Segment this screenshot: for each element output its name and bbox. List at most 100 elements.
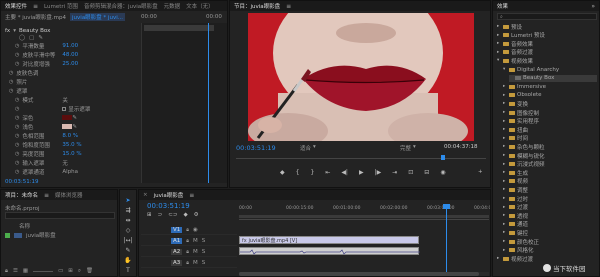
camera-icon[interactable]: ◉ — [440, 169, 445, 176]
list-view-icon[interactable]: ☰ — [13, 268, 18, 275]
show-mask-checkbox[interactable] — [62, 106, 67, 111]
effects-tree-item[interactable]: ▸ 过时 — [503, 195, 528, 203]
hand-tool-icon[interactable]: ✋ — [123, 256, 133, 265]
param-row[interactable]: ◷ 皮肤平滑中等 48.00 — [15, 51, 139, 59]
effects-tree-item[interactable]: ▸ 透视 — [503, 212, 528, 220]
chevron-right-icon[interactable]: ▸ — [503, 144, 507, 149]
stopwatch-icon[interactable]: ◷ — [15, 124, 19, 130]
tab-effect-controls[interactable]: 效果控件 — [5, 2, 27, 10]
track-name[interactable]: A2 — [171, 248, 183, 255]
stopwatch-icon[interactable]: ◷ — [15, 97, 19, 103]
param-row[interactable]: ◷ 模式 关 — [15, 96, 139, 104]
param-value[interactable]: 关 — [62, 96, 68, 104]
param-value[interactable]: Alpha — [62, 169, 78, 175]
text-tool-icon[interactable]: T — [123, 266, 133, 275]
param-row[interactable]: ◷ 平滑数量 91.00 — [15, 42, 139, 50]
stopwatch-icon[interactable]: ◷ — [15, 43, 19, 49]
effects-title[interactable]: 效果 — [497, 2, 508, 10]
effects-tree-item[interactable]: ▸ 视频过渡 — [497, 255, 533, 263]
chevron-down-icon[interactable]: ▾ — [13, 28, 16, 34]
effects-tree-item[interactable]: ▸ 通道 — [503, 221, 528, 229]
chevron-right-icon[interactable]: ▸ — [503, 213, 507, 218]
effects-tree-item[interactable]: ▸ 模糊与锐化 — [503, 152, 545, 160]
out-point-icon[interactable]: } — [310, 169, 314, 176]
mute-icon[interactable]: M — [193, 249, 198, 255]
chevron-right-icon[interactable]: ▾ — [503, 67, 507, 72]
in-point-icon[interactable]: { — [296, 169, 300, 176]
go-to-in-icon[interactable]: ⇤ — [325, 169, 330, 176]
chevron-right-icon[interactable]: ▸ — [503, 162, 507, 167]
eyedropper-icon[interactable]: ✎ — [72, 124, 77, 130]
rect-mask-icon[interactable]: ▢ — [29, 35, 34, 41]
param-row[interactable]: ◷ 照片 — [9, 78, 133, 86]
program-scrubber[interactable] — [236, 155, 486, 160]
quality-dropdown[interactable]: 完整 ▾ — [400, 144, 416, 152]
pen-tool-icon[interactable]: ✎ — [123, 246, 133, 255]
snap-icon[interactable]: ⊃ — [158, 212, 163, 218]
chevron-right-icon[interactable]: ▸ — [497, 50, 501, 55]
solo-icon[interactable]: S — [202, 238, 206, 244]
stopwatch-icon[interactable]: ◷ — [15, 133, 19, 139]
slip-tool-icon[interactable]: |↔| — [123, 236, 133, 245]
eye-icon[interactable]: ◉ — [193, 227, 198, 233]
timeline-scrollbar[interactable] — [239, 272, 489, 276]
param-row[interactable]: ◷ 亮度范围 15.0 % — [15, 150, 139, 158]
add-marker-icon[interactable]: ◆ — [183, 212, 187, 218]
timeline-playhead[interactable] — [446, 204, 447, 276]
param-value[interactable]: 25.00 — [62, 61, 78, 67]
project-search[interactable] — [5, 212, 115, 219]
param-row[interactable]: ◷ 皮肤色调 — [9, 69, 133, 77]
nest-icon[interactable]: ⊞ — [147, 212, 152, 218]
video-clip[interactable]: fx juvia眼影盘.mp4 [V] — [239, 236, 419, 244]
timeline-timecode[interactable]: 00:03:51:19 — [147, 202, 190, 210]
chevron-right-icon[interactable]: ▸ — [503, 222, 507, 227]
eyedropper-icon[interactable]: ✎ — [72, 115, 77, 121]
icon-view-icon[interactable]: ▦ — [23, 268, 28, 275]
param-value[interactable]: 35.0 % — [62, 142, 81, 148]
close-icon[interactable]: × — [143, 192, 148, 198]
menu-icon[interactable]: ≡ — [286, 3, 291, 10]
chevron-right-icon[interactable]: ▸ — [503, 187, 507, 192]
menu-icon[interactable]: ≡ — [44, 192, 49, 199]
timeline-playhead-head[interactable] — [443, 204, 450, 209]
program-timecode[interactable]: 00:03:51:19 — [236, 144, 276, 152]
chevron-right-icon[interactable]: ▸ — [503, 248, 507, 253]
param-value[interactable]: 8.0 % — [62, 133, 78, 139]
tab-project[interactable]: 项目：未命名 — [5, 191, 38, 199]
stopwatch-icon[interactable]: ◷ — [9, 79, 13, 85]
lock-icon[interactable]: 🔒︎ — [186, 238, 189, 244]
chevron-right-icon[interactable]: ▸ — [503, 127, 507, 132]
chevron-right-icon[interactable]: ▸ — [503, 119, 507, 124]
effects-tree-item[interactable]: ▸ 生成 — [503, 169, 528, 177]
chevron-right-icon[interactable]: ▾ — [497, 58, 501, 63]
chevron-right-icon[interactable]: ▸ — [497, 24, 501, 29]
project-item[interactable]: juvia眼影盘 — [5, 231, 56, 239]
program-playhead-marker[interactable] — [441, 155, 445, 160]
work-area-bar[interactable] — [239, 215, 489, 218]
chevron-right-icon[interactable]: ▸ — [497, 256, 501, 261]
solo-icon[interactable]: S — [202, 260, 206, 266]
stopwatch-icon[interactable]: ◷ — [15, 52, 19, 58]
effects-tree-item[interactable]: ▸ 音频过渡 — [497, 49, 533, 57]
track-header[interactable]: A3 🔒︎ M S — [141, 258, 237, 268]
effects-tree-item[interactable]: ▸ 时间 — [503, 135, 528, 143]
param-value[interactable]: 91.00 — [62, 43, 78, 49]
effects-tree-item[interactable]: ▸ 音频效果 — [497, 40, 533, 48]
source-label[interactable]: 主要 * juvia眼影盘.mp4 — [5, 13, 66, 21]
add-button[interactable]: + — [478, 169, 483, 175]
tab-media-browser[interactable]: 媒体浏览器 — [55, 191, 83, 199]
effects-tree-item[interactable]: ▸ 变换 — [503, 100, 528, 108]
stopwatch-icon[interactable]: ◷ — [15, 61, 19, 67]
extract-icon[interactable]: ⊟ — [424, 169, 429, 176]
track-name[interactable]: A3 — [171, 259, 183, 266]
lift-icon[interactable]: ⊡ — [408, 169, 413, 176]
ec-playhead[interactable] — [208, 23, 209, 183]
chevron-right-icon[interactable]: ▸ — [503, 230, 507, 235]
new-item-icon[interactable]: ⊞ — [68, 268, 73, 275]
chevron-right-icon[interactable]: ▸ — [497, 33, 501, 38]
chevron-right-icon[interactable]: ▸ — [503, 84, 507, 89]
menu-icon[interactable]: » — [591, 3, 595, 10]
stopwatch-icon[interactable]: ◷ — [15, 115, 19, 121]
mute-icon[interactable]: M — [193, 260, 198, 266]
effects-tree-item[interactable]: ▸ 图像控制 — [503, 109, 539, 117]
